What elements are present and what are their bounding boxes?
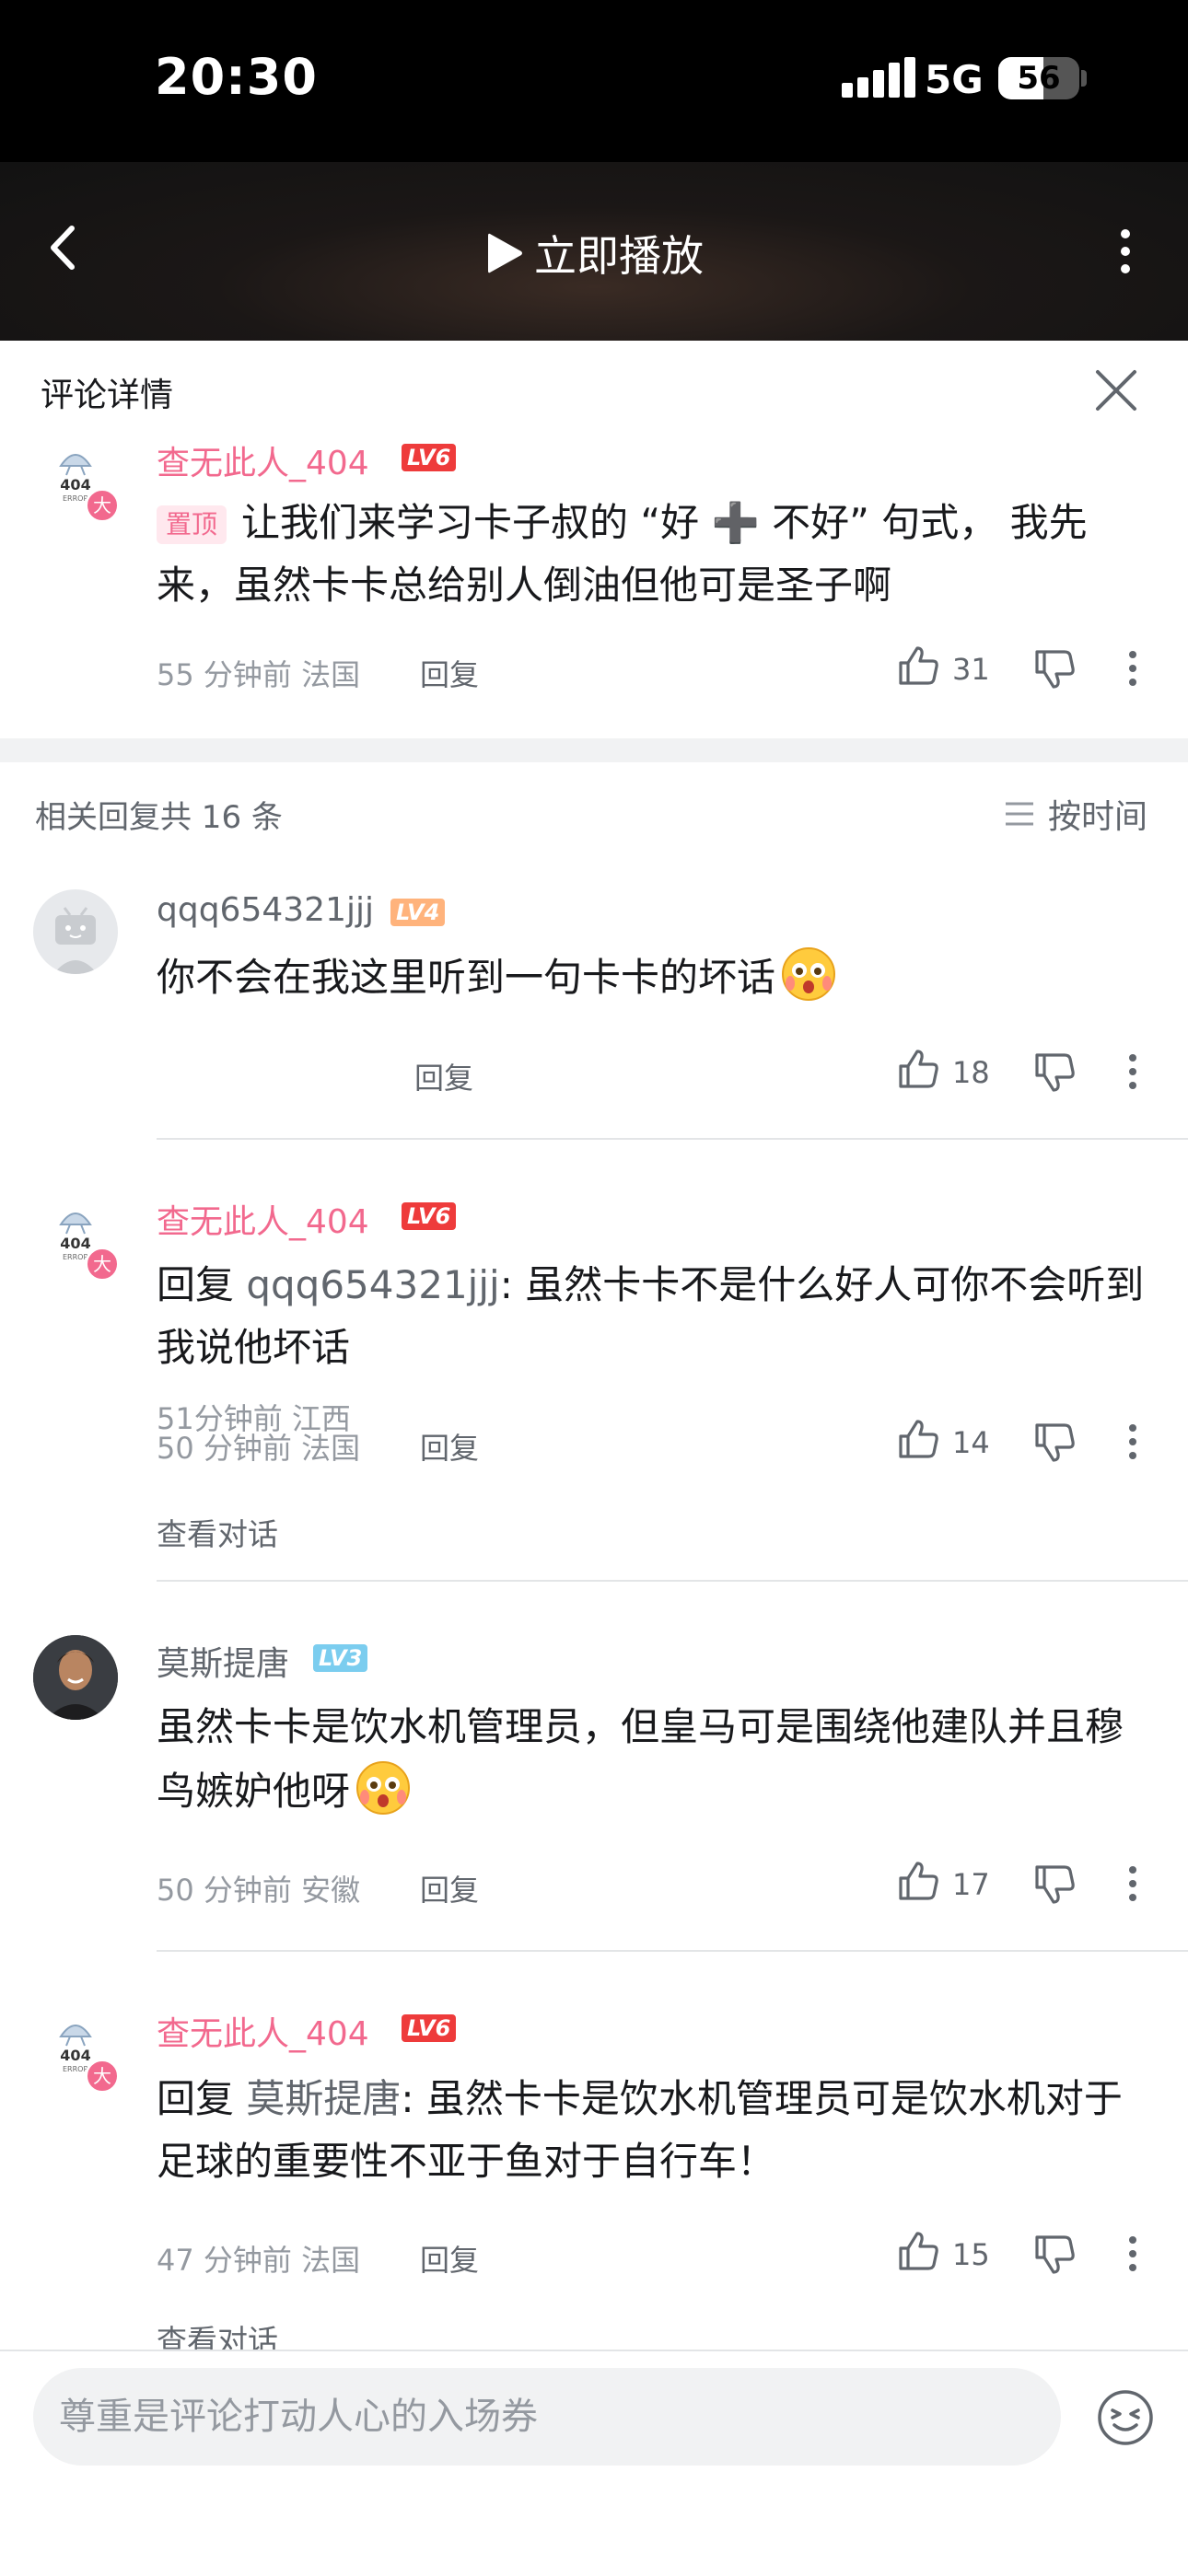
more-icon[interactable] (1127, 650, 1138, 687)
username[interactable]: 查无此人_404 (157, 2007, 369, 2055)
reply-button[interactable]: 回复 (420, 652, 479, 694)
more-icon[interactable] (1127, 1053, 1138, 1090)
comment-text: 置顶 让我们来学习卡子叔的 “好 ➕ 不好” 句式， 我先来，虽然卡卡总给别人倒油… (157, 492, 1151, 617)
more-vertical-icon[interactable] (1105, 219, 1146, 284)
sort-button[interactable]: 按时间 (1004, 790, 1147, 838)
comment-text: 虽然卡卡是饮水机管理员，但皇马可是围绕他建队并且穆鸟嫉妒他呀 (157, 1696, 1151, 1823)
reply-button[interactable]: 回复 (414, 1055, 473, 1097)
username[interactable]: 莫斯提唐 (157, 1637, 289, 1685)
comment-meta: 50 分钟前 安徽 (157, 1873, 361, 1908)
mention-link[interactable]: 莫斯提唐 (246, 2076, 401, 2121)
emoji-crying-face-icon (782, 947, 836, 1001)
play-now-label: 立即播放 (534, 231, 704, 281)
battery-percent: 56 (1017, 60, 1061, 97)
battery-icon: 56 (998, 57, 1079, 99)
avatar-badge: 大 (85, 2059, 120, 2094)
level-badge: LV3 (313, 1644, 368, 1672)
comment-text: 回复 qqq654321jjj: 虽然卡卡不是什么好人可你不会听到我说他坏话 (157, 1254, 1151, 1379)
network-label: 5G (925, 57, 984, 102)
avatar[interactable] (33, 889, 118, 974)
comment-body: 你不会在我这里听到一句卡卡的坏话 (157, 955, 776, 1000)
divider (157, 1138, 1188, 1140)
thumbs-up-icon[interactable] (897, 644, 939, 687)
comment-body: 虽然卡卡是饮水机管理员，但皇马可是围绕他建队并且穆鸟嫉妒他呀 (157, 1704, 1124, 1814)
thumbs-up-icon[interactable] (897, 1860, 939, 1902)
comment-input[interactable] (33, 2368, 1061, 2466)
section-gap (0, 738, 1188, 762)
default-avatar-tv-icon (53, 907, 98, 974)
avatar-badge: 大 (85, 1247, 120, 1282)
thumbs-down-icon[interactable] (1033, 1421, 1076, 1464)
play-now-button[interactable]: 立即播放 (484, 221, 704, 285)
divider (157, 1950, 1188, 1952)
comment-body: 让我们来学习卡子叔的 “好 ➕ 不好” 句式， 我先来，虽然卡卡总给别人倒油但他… (157, 500, 1088, 608)
thumbs-down-icon[interactable] (1033, 2234, 1076, 2276)
mention-link[interactable]: qqq654321jjj (246, 1262, 499, 1307)
avatar-badge: 大 (85, 488, 120, 523)
username[interactable]: 查无此人_404 (157, 1195, 369, 1243)
back-icon[interactable] (33, 215, 98, 280)
thumbs-up-icon[interactable] (897, 1418, 939, 1460)
reply-button[interactable]: 回复 (420, 1867, 479, 1909)
thumbs-up-icon[interactable] (897, 1048, 939, 1090)
username[interactable]: 查无此人_404 (157, 436, 369, 484)
replies-count: 相关回复共 16 条 (35, 799, 283, 836)
reply-button[interactable]: 回复 (420, 1425, 479, 1468)
more-icon[interactable] (1127, 1865, 1138, 1902)
emoji-face-icon[interactable] (1096, 2388, 1155, 2447)
reply-prefix: 回复 (157, 1262, 247, 1307)
svg-text:404: 404 (60, 2047, 90, 2064)
comment-meta: 50 分钟前 法国 (157, 1431, 361, 1466)
battery-tip (1081, 70, 1087, 87)
reply-prefix: 回复 (157, 2076, 247, 2121)
status-bar: 20:30 5G 56 (0, 0, 1188, 162)
status-time: 20:30 (155, 48, 318, 106)
comment-meta: 55 分钟前 法国 (157, 657, 361, 692)
thumbs-down-icon[interactable] (1033, 1863, 1076, 1906)
sort-label: 按时间 (1048, 798, 1148, 836)
like-count: 15 (952, 2237, 990, 2272)
close-icon[interactable] (1090, 365, 1142, 416)
play-icon (488, 233, 522, 273)
emoji-crying-face-icon (356, 1761, 411, 1815)
svg-text:404: 404 (60, 476, 90, 493)
thumbs-down-icon[interactable] (1033, 648, 1076, 690)
sheet-title: 评论详情 (41, 377, 174, 414)
signal-icon (842, 57, 915, 98)
username[interactable]: qqq654321jjj (157, 891, 374, 929)
avatar-photo (33, 1635, 118, 1720)
more-icon[interactable] (1127, 1423, 1138, 1460)
comment-meta: 47 分钟前 法国 (157, 2243, 361, 2278)
like-count: 31 (952, 652, 990, 687)
level-badge: LV4 (390, 899, 446, 926)
level-badge: LV6 (402, 444, 457, 471)
like-count: 18 (952, 1055, 990, 1090)
sort-lines-icon (1006, 802, 1033, 826)
more-icon[interactable] (1127, 2235, 1138, 2272)
like-count: 14 (952, 1425, 990, 1460)
comment-text: 回复 莫斯提唐: 虽然卡卡是饮水机管理员可是饮水机对于足球的重要性不亚于鱼对于自… (157, 2068, 1151, 2193)
thumbs-down-icon[interactable] (1033, 1051, 1076, 1094)
level-badge: LV6 (402, 1202, 457, 1230)
video-top-bar: 立即播放 (0, 162, 1188, 341)
like-count: 17 (952, 1867, 990, 1902)
comment-input-bar (0, 2350, 1188, 2576)
divider (157, 1580, 1188, 1582)
pinned-tag: 置顶 (157, 505, 227, 544)
svg-text:404: 404 (60, 1235, 90, 1252)
thumbs-up-icon[interactable] (897, 2230, 939, 2272)
level-badge: LV6 (402, 2014, 457, 2042)
reply-button[interactable]: 回复 (420, 2237, 479, 2280)
view-conversation-link[interactable]: 查看对话 (157, 1510, 278, 1554)
avatar[interactable] (33, 1635, 118, 1720)
comment-text: 你不会在我这里听到一句卡卡的坏话 (157, 945, 1151, 1009)
